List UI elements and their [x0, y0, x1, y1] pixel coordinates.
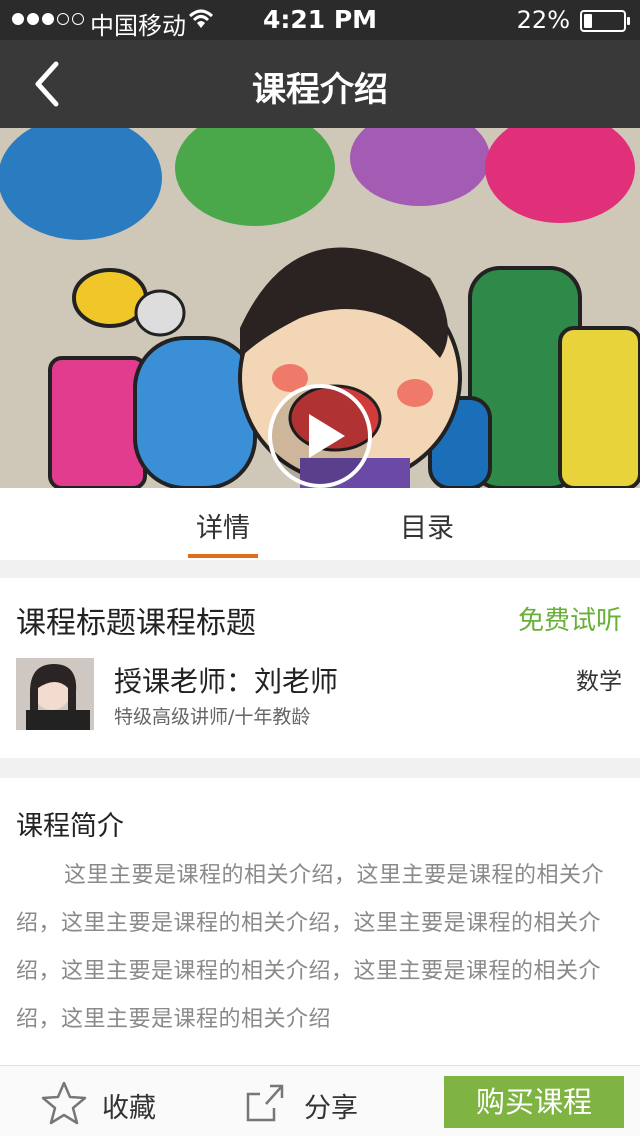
bottom-action-bar: 收藏 分享 购买课程: [0, 1065, 640, 1136]
page-title: 课程介绍: [252, 70, 388, 110]
active-tab-indicator: [188, 554, 258, 558]
intro-heading: 课程简介: [16, 811, 124, 842]
course-video-cover[interactable]: [0, 128, 640, 488]
buy-course-button[interactable]: 购买课程: [444, 1076, 624, 1128]
play-icon: [309, 414, 345, 458]
course-info-card: 课程标题课程标题 免费试听 授课老师：刘老师 特级高级讲师/十年教龄 数学: [0, 578, 640, 758]
battery-percent: 22%: [516, 6, 570, 34]
course-intro-section: 课程简介 这里主要是课程的相关介绍，这里主要是课程的相关介绍，这里主要是课程的相…: [0, 778, 640, 1065]
tab-bar: 详情 目录: [0, 488, 640, 560]
nav-bar: 课程介绍: [0, 40, 640, 128]
teacher-name: 授课老师：刘老师: [114, 665, 339, 698]
status-bar: 中国移动 4:21 PM 22%: [0, 0, 640, 40]
play-button[interactable]: [268, 384, 372, 488]
share-icon: [246, 1084, 284, 1122]
teacher-avatar: [16, 658, 94, 730]
battery-icon: [580, 10, 630, 32]
subject-tag: 数学: [576, 669, 622, 695]
teacher-description: 特级高级讲师/十年教龄: [114, 706, 311, 728]
star-icon: [41, 1081, 87, 1125]
tab-catalog[interactable]: 目录: [372, 506, 482, 545]
favorite-button[interactable]: 收藏: [40, 1074, 190, 1130]
tab-details[interactable]: 详情: [168, 506, 278, 545]
favorite-label: 收藏: [102, 1093, 156, 1124]
share-label: 分享: [304, 1093, 358, 1124]
course-title: 课程标题课程标题: [16, 606, 256, 641]
free-trial-link[interactable]: 免费试听: [518, 600, 622, 637]
share-button[interactable]: 分享: [242, 1074, 392, 1130]
intro-body: 这里主要是课程的相关介绍，这里主要是课程的相关介绍，这里主要是课程的相关介绍，这…: [16, 863, 605, 1032]
